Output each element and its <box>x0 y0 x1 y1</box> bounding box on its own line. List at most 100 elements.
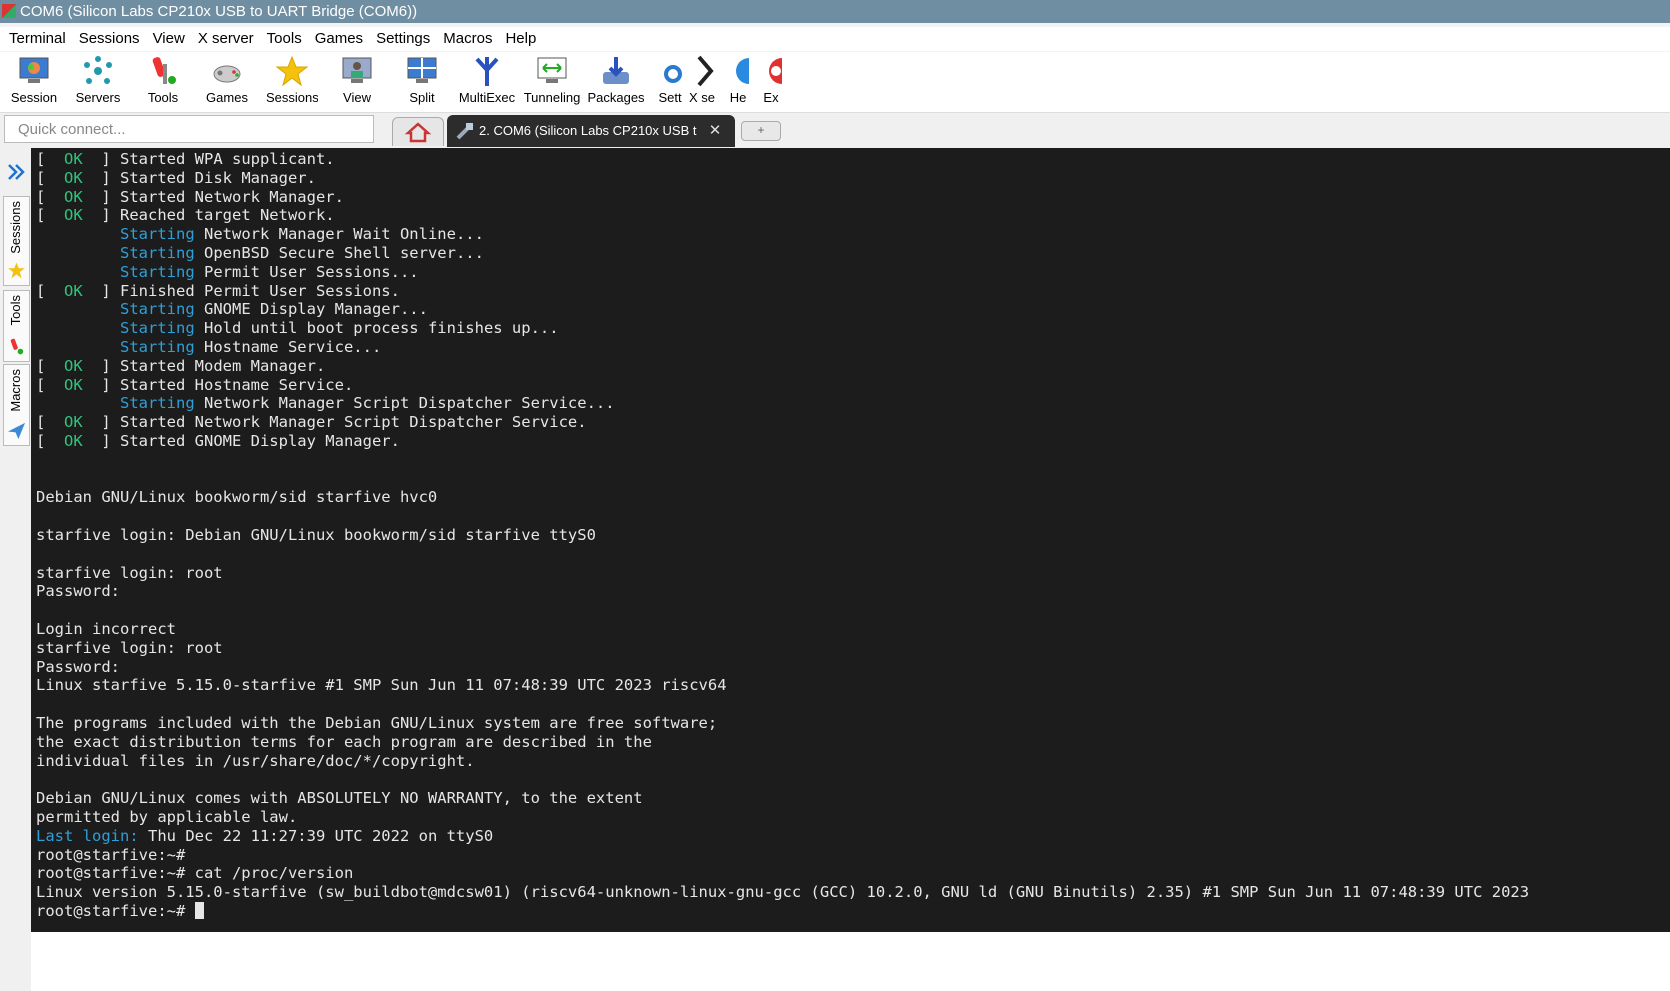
terminal-line: [ OK ] Started Modem Manager. <box>36 356 326 375</box>
session-label: Session <box>10 90 58 105</box>
terminal-line: [ OK ] Started GNOME Display Manager. <box>36 432 400 450</box>
terminal-line: [ OK ] Started Hostname Service. <box>36 375 354 394</box>
gamepad-icon <box>213 65 241 83</box>
status-area <box>31 932 1670 991</box>
terminal-line: root@starfive:~# <box>36 845 186 864</box>
multiexec-label: MultiExec <box>458 90 516 105</box>
terminal-line: Password: <box>36 657 120 676</box>
terminal-line: Starting Hostname Service... <box>120 338 382 356</box>
menu-terminal[interactable]: Terminal <box>9 27 66 51</box>
terminal-line: Starting Network Manager Script Dispatch… <box>120 394 615 413</box>
help-button[interactable]: He <box>727 52 749 112</box>
ok-status: OK <box>64 150 83 168</box>
menu-help[interactable]: Help <box>505 27 536 51</box>
tools-label: Tools <box>147 90 179 105</box>
tunneling-label: Tunneling <box>523 90 581 105</box>
terminal-line: permitted by applicable law. <box>36 808 298 826</box>
help-label: He <box>729 90 747 105</box>
terminal-line: root@starfive:~# cat /proc/version <box>36 864 354 883</box>
home-icon <box>404 122 432 143</box>
ok-status: OK <box>64 168 83 187</box>
terminal-line: individual files in /usr/share/doc/*/cop… <box>36 751 475 770</box>
left-sidebar: Sessions Tools Macros <box>0 148 31 991</box>
multiexec-button[interactable]: MultiExec <box>457 52 517 112</box>
view-button[interactable]: View <box>331 52 383 112</box>
menu-bar: Terminal Sessions View X server Tools Games Se… <box>0 27 1670 51</box>
tab-bar: Quick connect... 2. COM6 (Silicon Labs C… <box>0 113 1670 148</box>
menu-view[interactable]: View <box>153 27 185 51</box>
sessions-label: Sessions <box>266 90 318 105</box>
title-bar: COM6 (Silicon Labs CP210x USB to UART Br… <box>0 0 1670 23</box>
xserver-button[interactable]: X se <box>687 52 717 112</box>
sidebar-tab-sessions[interactable]: Sessions <box>3 196 30 286</box>
sidebar-tab-tools[interactable]: Tools <box>3 290 30 362</box>
tools-button[interactable]: Tools <box>137 52 189 112</box>
packages-button[interactable]: Packages <box>586 52 646 112</box>
tab-com6[interactable]: 2. COM6 (Silicon Labs CP210x USB to UART… <box>447 115 735 147</box>
terminal-line: [ OK ] Finished Permit User Sessions. <box>36 281 400 300</box>
close-icon[interactable]: ✕ <box>708 116 722 146</box>
terminal-line: Linux starfive 5.15.0-starfive #1 SMP Su… <box>36 676 727 695</box>
packages-label: Packages <box>587 90 645 105</box>
new-tab-button[interactable]: + <box>741 121 781 141</box>
power-icon <box>769 58 782 84</box>
tools-icon <box>152 57 176 84</box>
menu-settings[interactable]: Settings <box>376 27 430 51</box>
app-icon <box>2 4 16 18</box>
terminal-output[interactable]: [ OK ] Started WPA supplicant. [ OK ] Sta… <box>31 148 1670 932</box>
tools-icon <box>10 338 24 355</box>
terminal-line: [ OK ] Started WPA supplicant. <box>36 150 335 168</box>
terminal-cursor <box>194 902 204 919</box>
session-button[interactable]: Session <box>8 52 60 112</box>
sidebar-tab-macros[interactable]: Macros <box>3 364 30 446</box>
tab-label: 2. COM6 (Silicon Labs CP210x USB to UART… <box>479 123 697 138</box>
xserver-label: X se <box>688 90 715 105</box>
quick-connect-input[interactable]: Quick connect... <box>4 115 374 143</box>
menu-sessions[interactable]: Sessions <box>79 27 140 51</box>
terminal-line: Last login: Thu Dec 22 11:27:39 UTC 2022… <box>36 826 494 845</box>
x-server-icon <box>697 55 714 87</box>
split-label: Split <box>409 90 435 105</box>
ok-status: OK <box>64 281 83 300</box>
menu-games[interactable]: Games <box>315 27 363 51</box>
ok-status: OK <box>64 206 83 225</box>
ok-status: OK <box>64 356 83 375</box>
terminal-line: Password: <box>36 582 120 601</box>
star-icon <box>8 262 25 279</box>
sidebar-tools-label: Tools <box>8 295 23 326</box>
menu-macros[interactable]: Macros <box>443 27 492 51</box>
help-icon <box>736 58 749 84</box>
menu-tools[interactable]: Tools <box>267 27 302 51</box>
split-button[interactable]: Split <box>396 52 448 112</box>
serial-plug-icon <box>456 122 474 140</box>
games-button[interactable]: Games <box>201 52 253 112</box>
servers-icon <box>84 56 112 84</box>
split-icon <box>407 57 437 83</box>
exit-button[interactable]: Ex <box>760 52 782 112</box>
tunneling-icon <box>537 57 567 83</box>
servers-button[interactable]: Servers <box>72 52 124 112</box>
games-label: Games <box>206 90 248 105</box>
terminal-line: Linux version 5.15.0-starfive (sw_buildb… <box>36 883 1530 902</box>
sessions-button[interactable]: Sessions <box>266 52 318 112</box>
terminal-line: Starting GNOME Display Manager... <box>120 300 428 319</box>
view-label: View <box>343 90 371 105</box>
terminal-line: Starting Hold until boot process finishe… <box>120 319 559 338</box>
terminal-line: [ OK ] Started Network Manager. <box>36 187 344 206</box>
sidebar-sessions-label: Sessions <box>8 201 23 254</box>
terminal-line: The programs included with the Debian GN… <box>36 714 718 732</box>
ok-status: OK <box>64 432 83 450</box>
ok-status: OK <box>64 375 83 394</box>
multiexec-icon <box>475 57 499 86</box>
terminal-line: [ OK ] Reached target Network. <box>36 206 335 225</box>
menu-x-server[interactable]: X server <box>198 27 254 51</box>
double-chevron-icon[interactable] <box>6 162 26 182</box>
ok-status: OK <box>64 187 83 206</box>
terminal-line: Starting Permit User Sessions... <box>120 262 419 281</box>
sidebar-macros-label: Macros <box>8 369 23 412</box>
settings-button[interactable]: Sett <box>656 52 684 112</box>
home-tab[interactable] <box>392 117 444 146</box>
tunneling-button[interactable]: Tunneling <box>522 52 582 112</box>
terminal-line: [ OK ] Started Network Manager Script Di… <box>36 413 587 432</box>
terminal-line: Starting Network Manager Wait Online... <box>120 225 484 244</box>
